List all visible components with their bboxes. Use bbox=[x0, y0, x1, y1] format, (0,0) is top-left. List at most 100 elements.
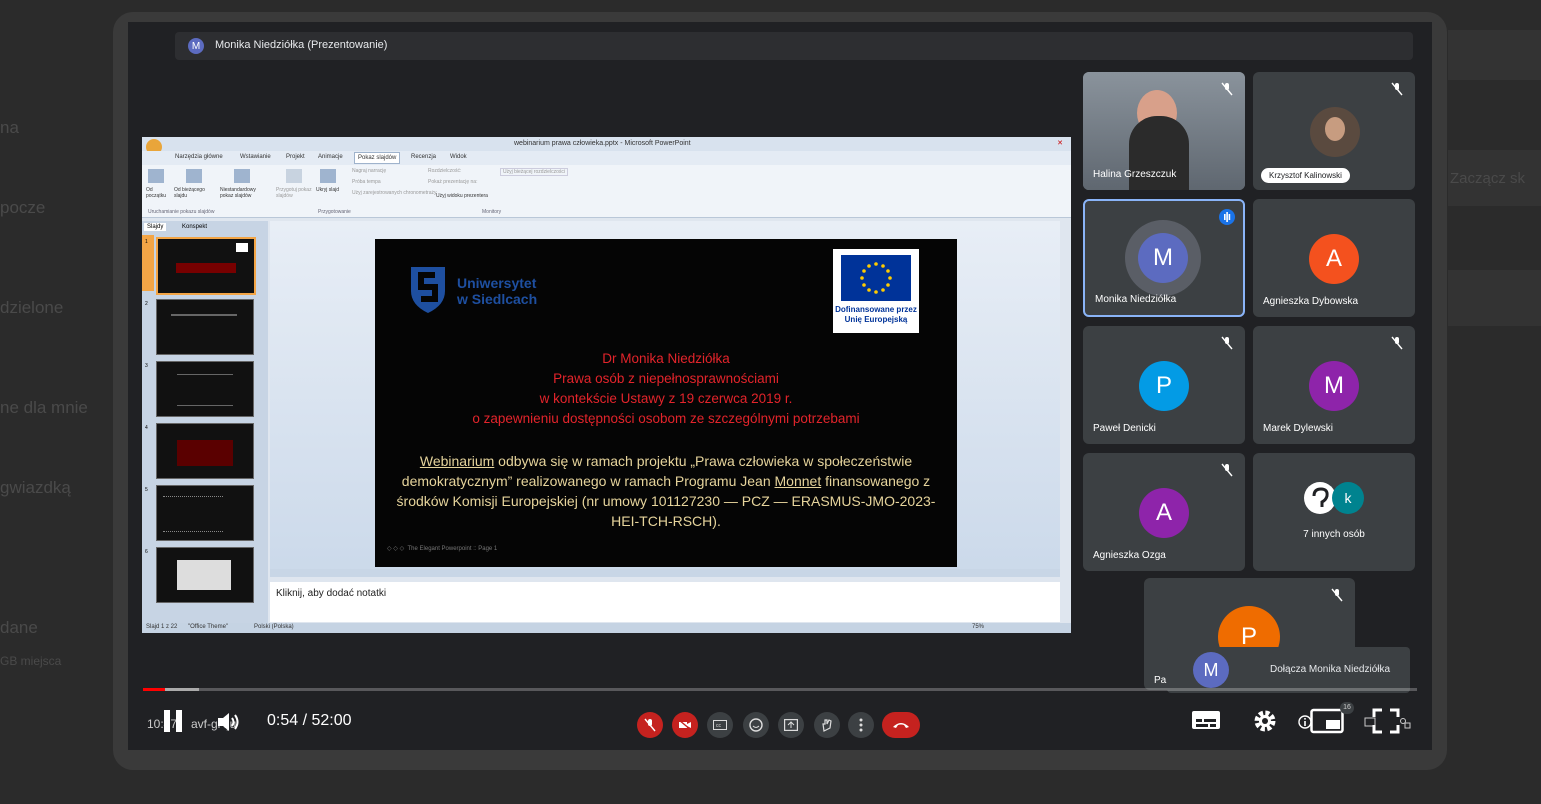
fullscreen-button[interactable] bbox=[1372, 708, 1400, 739]
ribbon-option: Nagraj narrację bbox=[352, 168, 387, 174]
meet-more-options-button bbox=[848, 712, 874, 738]
slide-footer: ◇ ◇ ◇ The Elegant Powerpoint :: Page 1 bbox=[387, 546, 498, 552]
slide-title-line: Dr Monika Niedziółka bbox=[602, 351, 730, 366]
presenter-title: Monika Niedziółka (Prezentowanie) bbox=[215, 39, 388, 51]
audio-level-icon bbox=[1219, 209, 1235, 225]
university-logo: Uniwersytet w Siedlcach bbox=[405, 261, 585, 313]
bg-right-panel: Zaczącz sk bbox=[1448, 30, 1541, 330]
slide-body-text: Webinarium odbywa się w ramach projektu … bbox=[395, 451, 937, 531]
time-display: 0:54 / 52:00 bbox=[267, 712, 352, 729]
slide-thumbnail bbox=[156, 299, 254, 355]
participant-tile[interactable]: M Monika Niedziółka bbox=[1083, 199, 1245, 317]
meet-camera-off-button bbox=[672, 712, 698, 738]
participant-avatar: k bbox=[1332, 482, 1364, 514]
pause-button[interactable] bbox=[162, 708, 184, 739]
ribbon-option: Pokaż prezentację na: bbox=[428, 179, 478, 185]
meet-recording[interactable]: M Monika Niedziółka (Prezentowanie) webi… bbox=[128, 22, 1432, 750]
meet-present-button bbox=[778, 712, 804, 738]
eu-flag-icon bbox=[841, 255, 911, 301]
subtitles-icon bbox=[1192, 711, 1220, 729]
miniplayer-button[interactable] bbox=[1310, 708, 1344, 739]
participant-name: Paweł Denicki bbox=[1093, 423, 1156, 434]
bg-label-2: dzielone bbox=[0, 298, 64, 317]
thumb-number: 5 bbox=[145, 487, 148, 493]
participant-tile[interactable]: A Agnieszka Dybowska bbox=[1253, 199, 1415, 317]
bg-label-1: pocze bbox=[0, 198, 46, 217]
slide-thumbnail bbox=[156, 237, 256, 295]
participant-tile[interactable]: M Marek Dylewski bbox=[1253, 326, 1415, 444]
participant-tile[interactable]: Krzysztof Kalinowski bbox=[1253, 72, 1415, 190]
pp-notes: Kliknij, aby dodać notatki bbox=[270, 582, 1060, 622]
ribbon-option: Użyj zarejestrowanych chronometraży bbox=[352, 190, 437, 196]
hide-slide-icon bbox=[320, 169, 336, 183]
subtitles-button[interactable] bbox=[1191, 708, 1221, 737]
pp-ribbon: Od początku Od bieżącego slajdu Niestand… bbox=[142, 165, 1071, 218]
settings-button[interactable] bbox=[1252, 708, 1278, 739]
eu-text-line1: Dofinansowane przez bbox=[835, 305, 917, 314]
eu-funding-logo: Dofinansowane przez Unię Europejską bbox=[833, 249, 919, 333]
pp-titlebar: webinarium prawa człowieka.pptx - Micros… bbox=[142, 137, 1071, 155]
svg-text:cc: cc bbox=[716, 723, 722, 729]
pp-tab: Animacje bbox=[318, 154, 343, 160]
ribbon-button-label: Od początku bbox=[146, 187, 167, 199]
ribbon-option: Rozdzielczość: bbox=[428, 168, 462, 174]
slide-title-block: Dr Monika Niedziółka Prawa osób z niepeł… bbox=[375, 349, 957, 429]
gear-icon bbox=[1254, 710, 1276, 732]
thumb-number: 4 bbox=[145, 425, 148, 431]
bg-label-6: GB miejsca bbox=[0, 654, 62, 668]
status-lang: Polski (Polska) bbox=[254, 624, 294, 630]
slide-thumbnail bbox=[156, 547, 254, 603]
pp-statusbar: Slajd 1 z 22 "Office Theme" Polski (Pols… bbox=[142, 623, 1071, 633]
progress-buffered bbox=[164, 688, 200, 691]
thumb-number: 2 bbox=[145, 301, 148, 307]
notes-placeholder: Kliknij, aby dodać notatki bbox=[276, 588, 387, 599]
participant-tile[interactable]: Halina Grzeszczuk bbox=[1083, 72, 1245, 190]
volume-button[interactable] bbox=[216, 710, 242, 739]
fullscreen-icon bbox=[1372, 708, 1400, 734]
slideshow-icon bbox=[234, 169, 250, 183]
mic-off-icon bbox=[1331, 588, 1343, 602]
video-progress-bar[interactable] bbox=[143, 688, 1417, 691]
ribbon-option: Próba tempa bbox=[352, 179, 381, 185]
pp-tab: Wstawianie bbox=[240, 154, 271, 160]
slide: Uniwersytet w Siedlcach Dofinansowane prz… bbox=[375, 239, 957, 567]
mic-off-icon bbox=[1391, 336, 1403, 350]
meet-mic-off-button bbox=[637, 712, 663, 738]
participant-name: Krzysztof Kalinowski bbox=[1261, 168, 1350, 183]
participant-name: Marek Dylewski bbox=[1263, 423, 1334, 434]
others-count: 7 innych osób bbox=[1303, 529, 1365, 540]
powerpoint-window: webinarium prawa człowieka.pptx - Micros… bbox=[142, 137, 1071, 633]
bg-label-0: na bbox=[0, 118, 19, 137]
slide-body-monnet: Monnet bbox=[774, 473, 822, 489]
ribbon-group: Monitory bbox=[482, 209, 502, 215]
participant-tile[interactable]: P Paweł Denicki bbox=[1083, 326, 1245, 444]
horizontal-scrollbar bbox=[270, 569, 1060, 577]
participant-name: Halina Grzeszczuk bbox=[1093, 169, 1177, 180]
mic-off-icon bbox=[1391, 82, 1403, 96]
participant-tile[interactable]: A Agnieszka Ozga bbox=[1083, 453, 1245, 571]
bg-right-label: Zaczącz sk bbox=[1450, 170, 1526, 187]
slide-title-line: Prawa osób z niepełnosprawnościami bbox=[553, 371, 779, 386]
slide-thumbnail bbox=[156, 361, 254, 417]
setup-icon bbox=[286, 169, 302, 183]
thumb-number: 3 bbox=[145, 363, 148, 369]
status-theme: "Office Theme" bbox=[188, 624, 229, 630]
slide-thumbnail bbox=[156, 423, 254, 479]
meet-raise-hand-button bbox=[814, 712, 840, 738]
bg-label-5: dane bbox=[0, 618, 38, 637]
slide-title-line: o zapewnieniu dostępności osobom ze szcz… bbox=[472, 411, 860, 426]
mic-off-icon bbox=[1221, 463, 1233, 477]
bg-label-4: gwiazdką bbox=[0, 478, 71, 497]
slide-thumbnail bbox=[156, 485, 254, 541]
others-tile[interactable]: k 7 innych osób bbox=[1253, 453, 1415, 571]
ribbon-button-label: Niestandardowy pokaz slajdów bbox=[220, 187, 256, 199]
resolution-select: Użyj bieżącej rozdzielczości bbox=[500, 168, 568, 176]
participant-name: Monika Niedziółka bbox=[1095, 294, 1177, 305]
participant-avatar: A bbox=[1309, 234, 1359, 284]
pp-slide-panel: Slajdy Konspekt 1 2 3 4 5 6 bbox=[142, 221, 268, 623]
participant-name: Agnieszka Dybowska bbox=[1263, 296, 1359, 307]
slide-body-webinarium: Webinarium bbox=[419, 453, 495, 469]
meet-captions-button: cc bbox=[707, 712, 733, 738]
pp-side-tab: Slajdy bbox=[144, 223, 167, 231]
slide-footer-text: The Elegant Powerpoint :: Page 1 bbox=[407, 546, 498, 552]
